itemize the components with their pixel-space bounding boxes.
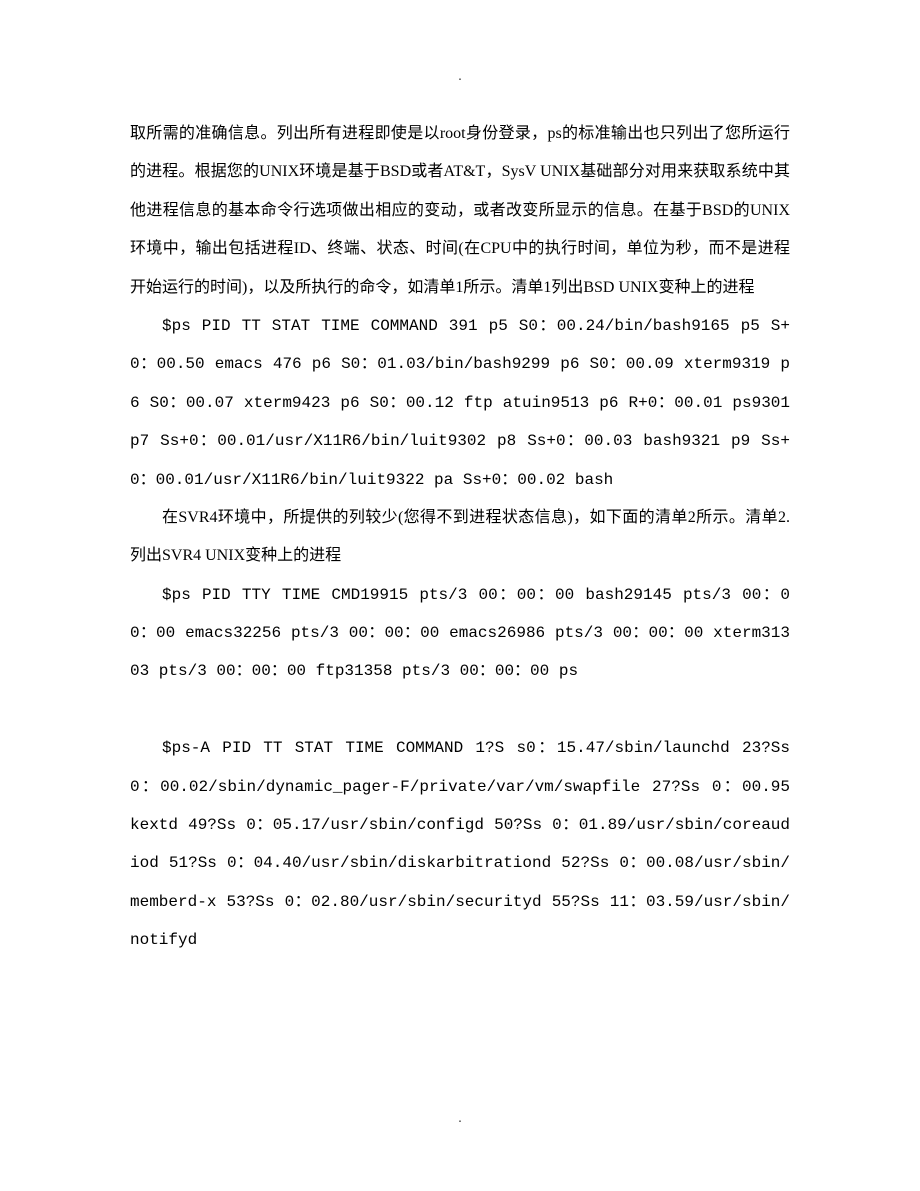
paragraph-svr4: 在SVR4环境中，所提供的列较少(您得不到进程状态信息)，如下面的清单2所示。清…	[130, 499, 790, 576]
code-block-bsd: $ps PID TT STAT TIME COMMAND 391 p5 S0：0…	[130, 307, 790, 499]
header-marker: .	[458, 60, 462, 94]
paragraph-intro: 取所需的准确信息。列出所有进程即使是以root身份登录，ps的标准输出也只列出了…	[130, 115, 790, 307]
blank-line	[130, 691, 790, 729]
code-block-psa: $ps-A PID TT STAT TIME COMMAND 1?S s0：15…	[130, 729, 790, 959]
code-block-svr4: $ps PID TTY TIME CMD19915 pts/3 00：00：00…	[130, 576, 790, 691]
document-body: 取所需的准确信息。列出所有进程即使是以root身份登录，ps的标准输出也只列出了…	[130, 115, 790, 960]
footer-marker: .	[458, 1102, 462, 1136]
